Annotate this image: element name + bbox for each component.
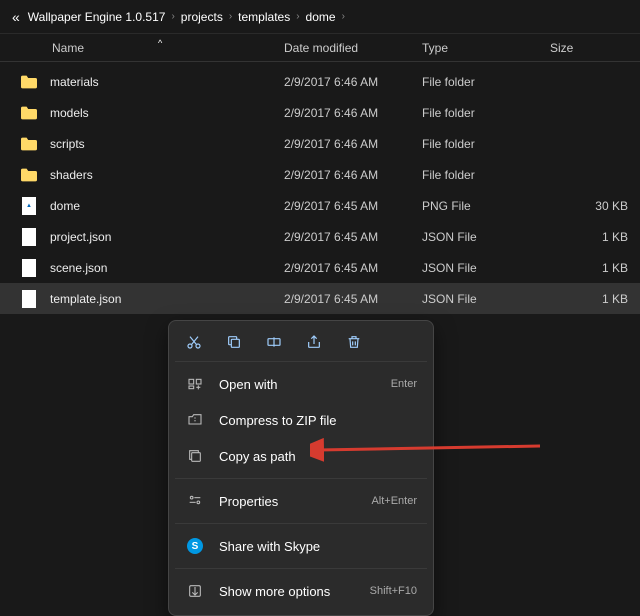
file-row[interactable]: scripts2/9/2017 6:46 AMFile folder [0,128,640,159]
file-type: File folder [422,106,550,120]
file-size: 1 KB [550,292,640,306]
zip-icon [185,410,205,430]
sort-indicator-icon: ^ [158,38,162,48]
file-size: 1 KB [550,230,640,244]
file-date: 2/9/2017 6:45 AM [284,230,422,244]
chevron-right-icon: › [294,11,301,22]
menu-item-label: Properties [219,494,371,509]
file-row[interactable]: models2/9/2017 6:46 AMFile folder [0,97,640,128]
file-size: 30 KB [550,199,640,213]
delete-icon[interactable] [345,333,363,351]
file-date: 2/9/2017 6:46 AM [284,75,422,89]
file-name: scene.json [50,261,284,275]
file-name: materials [50,75,284,89]
chevron-right-icon: › [340,11,347,22]
menu-item-label: Open with [219,377,391,392]
menu-item-more[interactable]: Show more optionsShift+F10 [175,573,427,609]
column-headers[interactable]: ^ Name Date modified Type Size [0,34,640,62]
file-row[interactable]: template.json2/9/2017 6:45 AMJSON File1 … [0,283,640,314]
menu-item-shortcut: Alt+Enter [371,495,417,507]
copypath-icon [185,446,205,466]
column-header-size[interactable]: Size [550,41,640,55]
breadcrumb-prev-icon[interactable]: « [8,9,24,25]
file-size: 1 KB [550,261,640,275]
file-name: dome [50,199,284,213]
breadcrumb-item[interactable]: dome [302,10,340,24]
file-row[interactable]: shaders2/9/2017 6:46 AMFile folder [0,159,640,190]
chevron-right-icon: › [169,11,176,22]
file-date: 2/9/2017 6:46 AM [284,106,422,120]
menu-item-properties[interactable]: PropertiesAlt+Enter [175,483,427,519]
file-icon [18,257,40,279]
menu-separator [175,568,427,569]
file-icon [18,226,40,248]
file-date: 2/9/2017 6:46 AM [284,168,422,182]
breadcrumb-item[interactable]: templates [234,10,294,24]
menu-separator [175,478,427,479]
file-type: JSON File [422,230,550,244]
file-name: project.json [50,230,284,244]
column-header-type[interactable]: Type [422,41,550,55]
file-date: 2/9/2017 6:45 AM [284,261,422,275]
folder-icon [18,164,40,186]
file-row[interactable]: ▲ dome2/9/2017 6:45 AMPNG File30 KB [0,190,640,221]
menu-item-shortcut: Shift+F10 [370,585,417,597]
file-type: File folder [422,168,550,182]
file-row[interactable]: project.json2/9/2017 6:45 AMJSON File1 K… [0,221,640,252]
skype-icon: S [185,536,205,556]
file-row[interactable]: materials2/9/2017 6:46 AMFile folder [0,66,640,97]
file-name: scripts [50,137,284,151]
breadcrumb-item[interactable]: Wallpaper Engine 1.0.517 [24,10,170,24]
rename-icon[interactable] [265,333,283,351]
file-type: JSON File [422,261,550,275]
file-type: PNG File [422,199,550,213]
menu-separator [175,523,427,524]
file-row[interactable]: scene.json2/9/2017 6:45 AMJSON File1 KB [0,252,640,283]
menu-item-label: Compress to ZIP file [219,413,417,428]
folder-icon [18,71,40,93]
context-menu-top-row [175,327,427,362]
openwith-icon [185,374,205,394]
file-date: 2/9/2017 6:46 AM [284,137,422,151]
file-date: 2/9/2017 6:45 AM [284,199,422,213]
menu-item-label: Copy as path [219,449,417,464]
file-type: JSON File [422,292,550,306]
more-icon [185,581,205,601]
breadcrumb-item[interactable]: projects [177,10,227,24]
menu-item-copy-path[interactable]: Copy as path [175,438,427,474]
breadcrumb-bar[interactable]: « Wallpaper Engine 1.0.517 › projects › … [0,0,640,34]
file-list: materials2/9/2017 6:46 AMFile foldermode… [0,62,640,314]
folder-icon [18,102,40,124]
file-icon: ▲ [18,195,40,217]
file-type: File folder [422,137,550,151]
file-type: File folder [422,75,550,89]
menu-item-compress[interactable]: Compress to ZIP file [175,402,427,438]
copy-icon[interactable] [225,333,243,351]
chevron-right-icon: › [227,11,234,22]
column-header-name[interactable]: Name [18,41,284,55]
column-header-date[interactable]: Date modified [284,41,422,55]
folder-icon [18,133,40,155]
file-icon [18,288,40,310]
menu-item-skype[interactable]: S Share with Skype [175,528,427,564]
file-name: template.json [50,292,284,306]
properties-icon [185,491,205,511]
menu-item-open-with[interactable]: Open withEnter [175,366,427,402]
share-icon[interactable] [305,333,323,351]
menu-item-shortcut: Enter [391,378,417,390]
cut-icon[interactable] [185,333,203,351]
file-name: shaders [50,168,284,182]
menu-item-label: Share with Skype [219,539,417,554]
file-name: models [50,106,284,120]
file-date: 2/9/2017 6:45 AM [284,292,422,306]
context-menu: Open withEnter Compress to ZIP file Copy a… [168,320,434,616]
